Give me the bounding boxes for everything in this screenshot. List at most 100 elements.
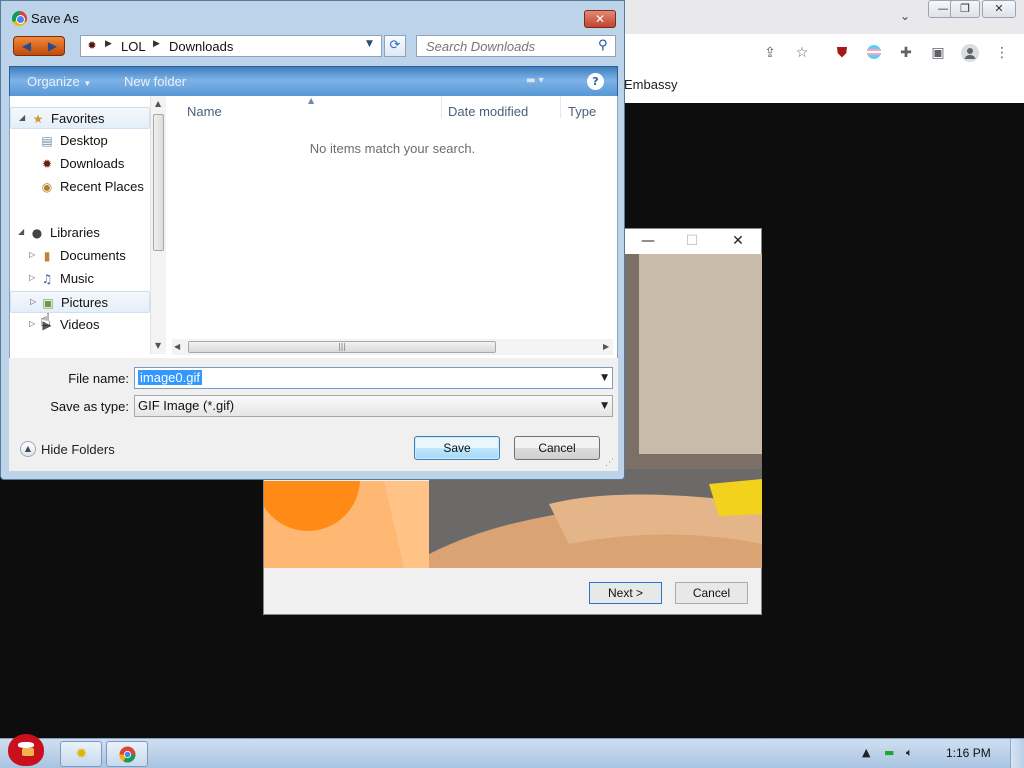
expand-arrow-icon[interactable]: ▷ <box>30 297 36 306</box>
battery-icon[interactable]: ▬ <box>884 746 894 759</box>
new-folder-button[interactable]: New folder <box>124 74 186 89</box>
installer-maximize-icon: ☐ <box>685 233 699 249</box>
breadcrumb-separator-icon[interactable]: ▶ <box>153 39 160 49</box>
file-name-field[interactable]: image0.gif ▼ <box>134 367 613 389</box>
breadcrumb-lol[interactable]: LOL <box>121 39 146 54</box>
folder-icon: ✹ <box>75 746 88 762</box>
nav-favorites[interactable]: ◢ ★ Favorites <box>10 107 150 129</box>
scroll-left-icon[interactable]: ◀ <box>174 342 180 351</box>
chevron-down-icon[interactable]: ▼ <box>601 373 608 383</box>
column-divider[interactable] <box>441 96 442 118</box>
volume-icon[interactable]: 🔈︎ <box>906 746 913 760</box>
breadcrumb-separator-icon[interactable]: ▶ <box>105 39 112 49</box>
chevron-down-icon[interactable]: ▼ <box>601 401 608 411</box>
browser-close-button[interactable]: ✕ <box>982 0 1016 18</box>
folder-location-icon: ✹ <box>87 39 97 52</box>
bookmark-item[interactable]: Embassy <box>624 77 677 92</box>
column-header-name[interactable]: Name <box>187 104 222 119</box>
address-bar[interactable]: ✹ ▶ LOL ▶ Downloads ▼ <box>80 35 382 57</box>
installer-cancel-button[interactable]: Cancel <box>675 582 748 604</box>
nav-documents[interactable]: ▷ ▮ Documents <box>10 245 150 267</box>
scroll-up-icon[interactable]: ▲ <box>155 99 161 108</box>
star-icon: ★ <box>32 112 44 126</box>
nav-music[interactable]: ▷ ♫ Music <box>10 268 150 290</box>
collapse-arrow-icon[interactable]: ◢ <box>19 113 25 122</box>
expand-arrow-icon[interactable]: ▷ <box>29 319 35 328</box>
hand-cursor-icon: ☝ <box>40 310 51 331</box>
scroll-thumb[interactable] <box>153 114 164 251</box>
recent-places-icon: ◉ <box>41 180 53 194</box>
breadcrumb-downloads[interactable]: Downloads <box>169 39 233 54</box>
scroll-down-icon[interactable]: ▼ <box>155 341 161 350</box>
scroll-thumb[interactable]: ||| <box>188 341 496 353</box>
installer-minimize-icon[interactable]: — <box>639 233 657 249</box>
scroll-right-icon[interactable]: ▶ <box>603 342 609 351</box>
menu-icon[interactable]: ⋮ <box>993 44 1011 62</box>
browse-area: ◢ ★ Favorites ▤ Desktop ✹ Downloads ◉ Re… <box>9 96 618 358</box>
nav-label: Downloads <box>60 156 125 171</box>
angry-bird-icon <box>8 734 44 766</box>
star-icon[interactable]: ☆ <box>793 44 811 62</box>
taskbar-explorer-button[interactable]: ✹ <box>60 741 102 767</box>
sort-ascending-icon: ▲ <box>308 96 315 105</box>
installer-close-icon[interactable]: ✕ <box>729 233 747 249</box>
horizontal-scrollbar[interactable]: ◀ ||| ▶ <box>172 339 613 355</box>
nav-label: Desktop <box>60 133 108 148</box>
ublock-icon[interactable]: ⛊ <box>833 44 851 62</box>
forward-arrow-icon[interactable]: ▶ <box>40 37 65 55</box>
help-icon[interactable]: ? <box>587 73 604 90</box>
expand-arrow-icon[interactable]: ▷ <box>29 273 35 282</box>
share-icon[interactable]: ⇪ <box>761 44 779 62</box>
pictures-icon: ▣ <box>42 296 54 310</box>
command-bar: Organize ▼ New folder ▬ ▾ ? <box>9 66 618 96</box>
back-forward-buttons: ◀ ▶ <box>13 36 65 56</box>
downloads-folder-icon: ✹ <box>41 157 53 171</box>
save-type-label: Save as type: <box>50 399 129 414</box>
column-divider[interactable] <box>560 96 561 118</box>
nav-desktop[interactable]: ▤ Desktop <box>10 130 150 152</box>
nav-label: Pictures <box>61 295 108 310</box>
nav-libraries[interactable]: ◢ ● Libraries <box>10 222 150 244</box>
column-header-date-modified[interactable]: Date modified <box>448 104 528 119</box>
nav-downloads[interactable]: ✹ Downloads <box>10 153 150 175</box>
taskbar-chrome-button[interactable] <box>106 741 148 767</box>
puzzle-icon[interactable]: ✚ <box>897 44 915 62</box>
navigation-scrollbar[interactable]: ▲ ▼ <box>150 96 166 354</box>
file-name-value[interactable]: image0.gif <box>138 370 202 385</box>
back-arrow-icon[interactable]: ◀ <box>14 37 39 55</box>
column-header-type[interactable]: Type <box>568 104 596 119</box>
change-view-icon[interactable]: ▬ ▾ <box>526 75 558 89</box>
libraries-icon: ● <box>31 226 43 240</box>
sidepanel-icon[interactable]: ▣ <box>929 44 947 62</box>
search-input[interactable] <box>417 36 592 56</box>
collapse-arrow-icon[interactable]: ◢ <box>18 227 24 236</box>
cancel-button[interactable]: Cancel <box>514 436 600 460</box>
nav-pictures[interactable]: ▷ ▣ Pictures <box>10 291 150 313</box>
tray-overflow-icon[interactable]: ▲ <box>862 746 870 759</box>
refresh-button[interactable]: ⟳ <box>384 35 406 57</box>
restore-button[interactable]: ❐ <box>950 0 980 18</box>
documents-icon: ▮ <box>43 249 51 263</box>
start-button[interactable] <box>0 730 52 768</box>
clock[interactable]: 1:16 PM <box>946 746 991 760</box>
save-type-value: GIF Image (*.gif) <box>138 398 235 413</box>
show-desktop-button[interactable] <box>1010 739 1024 768</box>
address-dropdown-icon[interactable]: ▼ <box>366 39 373 49</box>
expand-arrow-icon[interactable]: ▷ <box>29 250 35 259</box>
nav-recent-places[interactable]: ◉ Recent Places <box>10 176 150 198</box>
save-button[interactable]: Save <box>414 436 500 460</box>
profile-icon[interactable] <box>961 44 979 62</box>
save-type-select[interactable]: GIF Image (*.gif) ▼ <box>134 395 613 417</box>
extension-flag-icon[interactable] <box>865 44 883 62</box>
file-list-pane: ▲ Name Date modified Type No items match… <box>168 96 617 358</box>
next-button[interactable]: Next > <box>589 582 662 604</box>
tab-search-chevron-icon[interactable]: ⌄ <box>897 8 913 24</box>
organize-menu[interactable]: Organize ▼ <box>27 74 91 89</box>
save-as-dialog: Save As ✕ ◀ ▶ ✹ ▶ LOL ▶ Downloads ▼ ⟳ ⚲ … <box>0 0 625 480</box>
nav-label: Videos <box>60 317 100 332</box>
search-icon[interactable]: ⚲ <box>598 38 608 53</box>
dialog-close-button[interactable]: ✕ <box>584 10 616 28</box>
dialog-title: Save As <box>31 11 79 26</box>
nav-videos[interactable]: ▷ ▶ Videos <box>10 314 150 336</box>
resize-grip-icon[interactable]: ⋰ <box>605 458 614 468</box>
